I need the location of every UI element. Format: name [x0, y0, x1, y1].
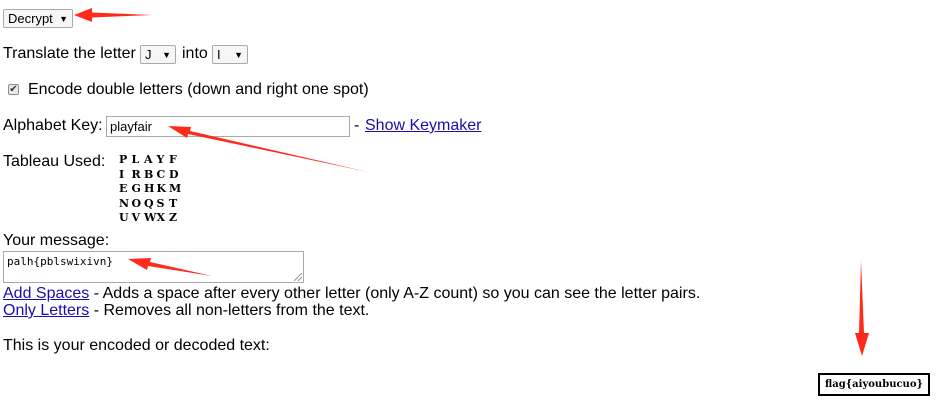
annotation-arrows — [74, 8, 869, 356]
annotation-arrow-icon — [128, 258, 212, 276]
annotation-arrow-icon — [855, 261, 869, 356]
annotation-arrow-icon — [168, 126, 368, 172]
annotation-arrow-icon — [74, 8, 152, 22]
